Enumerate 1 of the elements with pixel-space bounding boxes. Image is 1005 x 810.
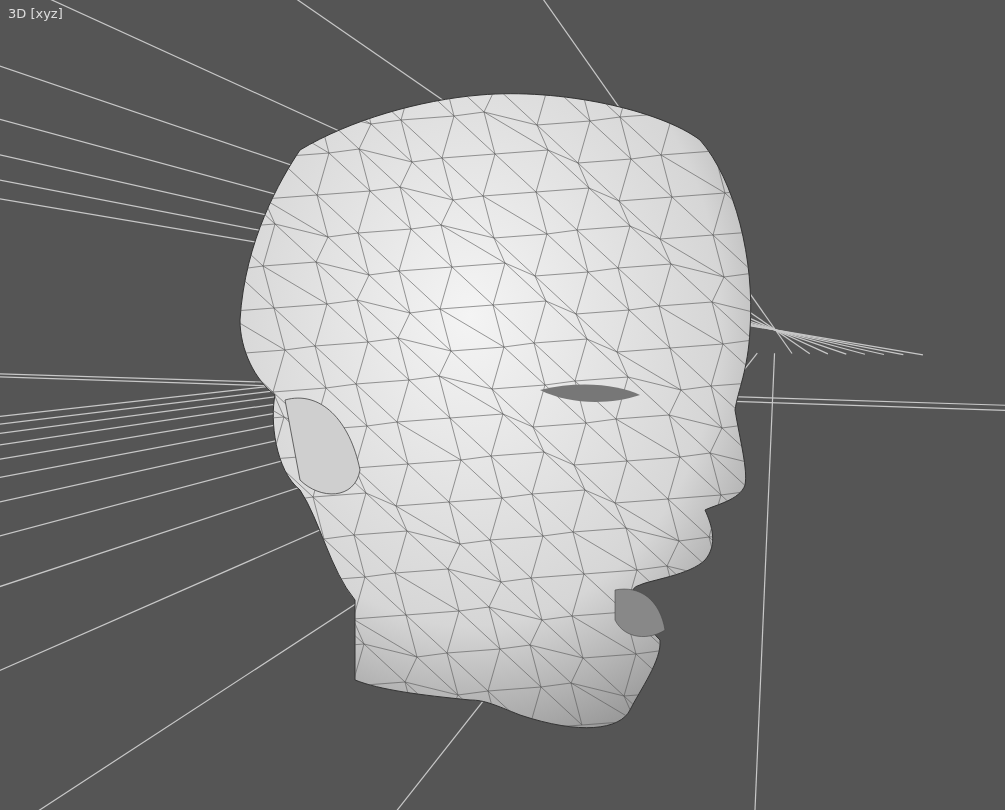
viewport-label: 3D [xyz] [8, 5, 63, 23]
